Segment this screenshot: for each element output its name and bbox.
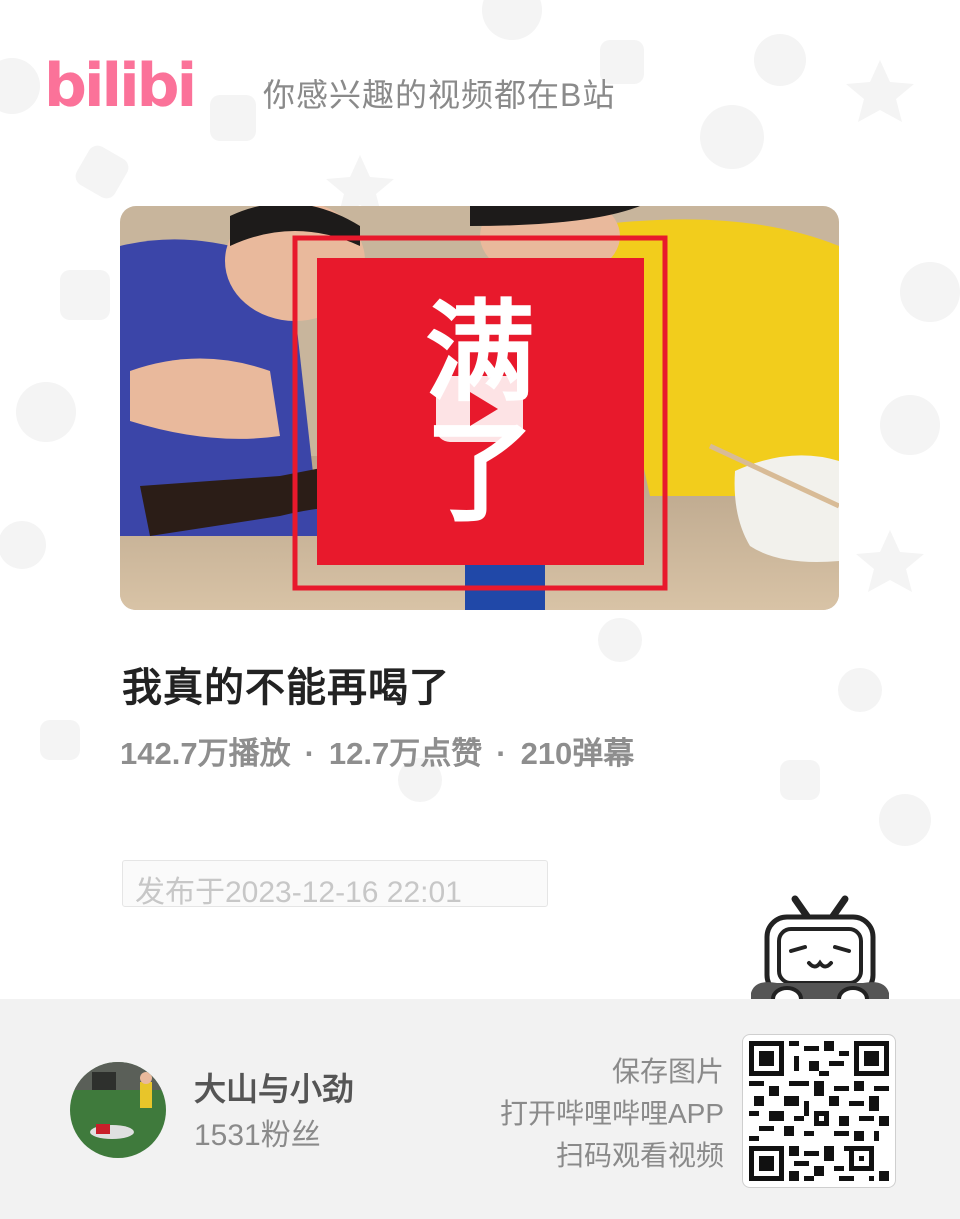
- uploader-avatar[interactable]: [70, 1062, 166, 1158]
- video-stats: 142.7万播放 · 12.7万点赞 · 210弹幕: [120, 728, 634, 773]
- publish-date-box: 发布于2023-12-16 22:01: [122, 860, 548, 909]
- publish-date: 发布于2023-12-16 22:01: [135, 876, 462, 909]
- danmaku-count: 210弹幕: [520, 736, 635, 771]
- uploader-name[interactable]: 大山与小劲: [194, 1064, 354, 1110]
- play-count: 142.7万播放: [120, 736, 291, 771]
- qr-hint-open-app: 打开哔哩哔哩APP: [499, 1098, 724, 1129]
- like-count: 12.7万点赞: [328, 736, 483, 771]
- play-icon[interactable]: [436, 376, 523, 442]
- bilibili-tv-mascot: [751, 895, 889, 1012]
- slogan: 你感兴趣的视频都在B站: [263, 77, 616, 113]
- separator: ·: [496, 736, 507, 771]
- qr-hint-scan: 扫码观看视频: [555, 1140, 724, 1171]
- uploader-fans: 1531粉丝: [194, 1119, 321, 1152]
- separator: ·: [304, 736, 315, 771]
- qr-hint-save: 保存图片: [611, 1056, 724, 1087]
- header: bilibili 你感兴趣的视频都在B站: [44, 46, 924, 116]
- video-cover[interactable]: 满 了: [120, 206, 839, 610]
- qr-code[interactable]: [742, 1034, 896, 1188]
- svg-text:bilibili: bilibili: [44, 51, 194, 116]
- video-title[interactable]: 我真的不能再喝了: [122, 655, 450, 713]
- bilibili-logo[interactable]: bilibili: [44, 46, 194, 116]
